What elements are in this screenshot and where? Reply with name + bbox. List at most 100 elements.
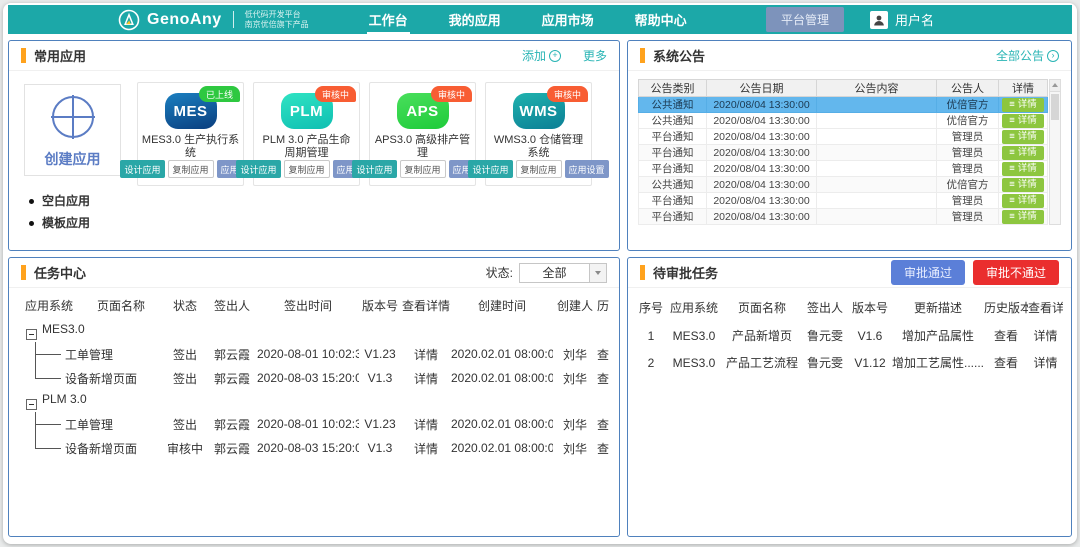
nav-item[interactable]: 工作台	[367, 6, 410, 34]
design-app-button[interactable]: 设计应用	[352, 160, 396, 178]
announcement-detail-button[interactable]: ≡详情	[1002, 194, 1044, 208]
app-card[interactable]: 审核中 WMS WMS3.0 仓储管理系统 设计应用 复制应用 应用设置	[485, 82, 592, 186]
task-time: 2020-08-01 10:02:30	[257, 412, 359, 436]
task-page: 工单管理	[65, 348, 113, 362]
platform-manage-button[interactable]: 平台管理	[766, 7, 844, 32]
app-settings-button[interactable]: 应用设置	[565, 160, 609, 178]
approval-detail-link[interactable]: 详情	[1028, 322, 1063, 349]
copy-app-button[interactable]: 复制应用	[284, 160, 330, 178]
approval-history-link[interactable]: 查看	[984, 349, 1028, 376]
approval-user: 鲁元雯	[802, 349, 848, 376]
task-version: V1.23	[359, 342, 401, 366]
announcement-detail-button[interactable]: ≡详情	[1002, 146, 1044, 160]
tree-line	[35, 436, 36, 448]
reject-button[interactable]: 审批不通过	[973, 260, 1059, 285]
announcement-row[interactable]: 平台通知 2020/08/04 13:30:00 管理员 ≡详情	[639, 161, 1048, 177]
all-announcements-link[interactable]: 全部公告›	[996, 47, 1059, 64]
announcement-detail-button[interactable]: ≡详情	[1002, 130, 1044, 144]
approval-detail-link[interactable]: 详情	[1028, 349, 1063, 376]
chevron-down-icon[interactable]	[589, 264, 606, 282]
task-version: V1.3	[359, 436, 401, 460]
announcement-row[interactable]: 平台通知 2020/08/04 13:30:00 管理员 ≡详情	[639, 129, 1048, 145]
scrollbar-thumb[interactable]	[1051, 94, 1059, 120]
announcement-detail-button[interactable]: ≡详情	[1002, 98, 1044, 112]
task-history-link[interactable]: 查看	[597, 436, 609, 460]
task-creator: 刘华	[553, 342, 597, 366]
collapse-icon[interactable]	[26, 399, 37, 410]
app-card[interactable]: 已上线 MES MES3.0 生产执行系统 设计应用 复制应用 应用设置	[137, 82, 244, 186]
copy-app-button[interactable]: 复制应用	[516, 160, 562, 178]
announcement-type: 平台通知	[639, 145, 707, 161]
create-app-icon	[48, 92, 98, 142]
task-detail-link[interactable]: 详情	[401, 436, 451, 460]
announcement-content	[817, 145, 937, 161]
add-circle-icon: +	[549, 50, 561, 62]
task-row[interactable]: 设备新增页面 签出 郭云霞 2020-08-03 15:20:00 V1.3 详…	[19, 366, 609, 390]
app-card[interactable]: 审核中 PLM PLM 3.0 产品生命周期管理 设计应用 复制应用 应用设置	[253, 82, 360, 186]
announcement-row[interactable]: 公共通知 2020/08/04 13:30:00 优倍官方 ≡详情	[639, 97, 1048, 113]
app-name: MES3.0 生产执行系统	[138, 134, 243, 160]
announcement-type: 平台通知	[639, 209, 707, 225]
announcement-publisher: 优倍官方	[937, 113, 999, 129]
announcement-detail-button[interactable]: ≡详情	[1002, 162, 1044, 176]
title-bar-accent	[21, 265, 26, 280]
announcement-row[interactable]: 公共通知 2020/08/04 13:30:00 优倍官方 ≡详情	[639, 177, 1048, 193]
approve-button[interactable]: 审批通过	[891, 260, 965, 285]
task-row[interactable]: 设备新增页面 审核中 郭云霞 2020-08-03 15:20:00 V1.3 …	[19, 436, 609, 460]
task-detail-link[interactable]: 详情	[401, 342, 451, 366]
task-group-row[interactable]: PLM 3.0	[19, 390, 609, 412]
create-app-label: 创建应用	[45, 149, 101, 169]
nav-item[interactable]: 我的应用	[447, 6, 503, 34]
scrollbar[interactable]	[1049, 79, 1061, 225]
task-group-row[interactable]: MES3.0	[19, 320, 609, 342]
list-icon: ≡	[1009, 115, 1015, 127]
task-row[interactable]: 工单管理 签出 郭云霞 2020-08-01 10:02:30 V1.23 详情…	[19, 342, 609, 366]
task-detail-link[interactable]: 详情	[401, 366, 451, 390]
announcement-row[interactable]: 平台通知 2020/08/04 13:30:00 管理员 ≡详情	[639, 209, 1048, 225]
design-app-button[interactable]: 设计应用	[236, 160, 280, 178]
copy-app-button[interactable]: 复制应用	[168, 160, 214, 178]
list-icon: ≡	[1009, 99, 1015, 111]
task-group-name: MES3.0	[42, 322, 85, 336]
app-card[interactable]: 审核中 APS APS3.0 高级排产管理 设计应用 复制应用 应用设置	[369, 82, 476, 186]
nav-item[interactable]: 应用市场	[540, 6, 596, 34]
approval-row[interactable]: 2 MES3.0 产品工艺流程 鲁元雯 V1.12 增加工艺属性...... 查…	[636, 349, 1063, 376]
task-detail-link[interactable]: 详情	[401, 412, 451, 436]
task-history-link[interactable]: 查看	[597, 342, 609, 366]
task-row[interactable]: 工单管理 签出 郭云霞 2020-08-01 10:02:30 V1.23 详情…	[19, 412, 609, 436]
approval-desc: 增加工艺属性......	[892, 349, 984, 376]
collapse-icon[interactable]	[26, 329, 37, 340]
create-app-option[interactable]: 模板应用	[29, 212, 137, 234]
top-bar: GenoAny 低代码开发平台 南京优倍旗下产品 工作台 我的应用 应用市场 帮…	[8, 5, 1072, 34]
nav-item[interactable]: 帮助中心	[633, 6, 689, 34]
announcement-row[interactable]: 公共通知 2020/08/04 13:30:00 优倍官方 ≡详情	[639, 113, 1048, 129]
add-app-link[interactable]: 添加+	[522, 47, 561, 64]
list-icon: ≡	[1009, 131, 1015, 143]
user-menu[interactable]: 用户名	[870, 10, 934, 29]
approval-row[interactable]: 1 MES3.0 产品新增页 鲁元雯 V1.6 增加产品属性 查看 详情	[636, 322, 1063, 349]
scroll-up-icon[interactable]	[1050, 80, 1060, 92]
task-history-link[interactable]: 查看	[597, 366, 609, 390]
approval-history-link[interactable]: 查看	[984, 322, 1028, 349]
task-history-link[interactable]: 查看	[597, 412, 609, 436]
announcement-detail-button[interactable]: ≡详情	[1002, 178, 1044, 192]
copy-app-button[interactable]: 复制应用	[400, 160, 446, 178]
announcement-detail-button[interactable]: ≡详情	[1002, 210, 1044, 224]
status-select[interactable]: 全部	[519, 263, 607, 283]
design-app-button[interactable]: 设计应用	[120, 160, 164, 178]
tree-branch	[35, 354, 61, 355]
announcement-type: 公共通知	[639, 113, 707, 129]
announcement-detail-button[interactable]: ≡详情	[1002, 114, 1044, 128]
task-status: 签出	[163, 366, 207, 390]
brand: GenoAny 低代码开发平台 南京优倍旗下产品	[118, 9, 309, 31]
design-app-button[interactable]: 设计应用	[468, 160, 512, 178]
announcement-row[interactable]: 平台通知 2020/08/04 13:30:00 管理员 ≡详情	[639, 145, 1048, 161]
create-app-card[interactable]: 创建应用	[24, 84, 121, 176]
announcement-date: 2020/08/04 13:30:00	[707, 177, 817, 193]
title-bar-accent	[640, 265, 645, 280]
more-link[interactable]: 更多	[583, 47, 607, 64]
announcement-row[interactable]: 平台通知 2020/08/04 13:30:00 管理员 ≡详情	[639, 193, 1048, 209]
approval-column-header: 应用系统	[666, 292, 722, 322]
announcement-publisher: 管理员	[937, 209, 999, 225]
create-app-option[interactable]: 空白应用	[29, 190, 137, 212]
